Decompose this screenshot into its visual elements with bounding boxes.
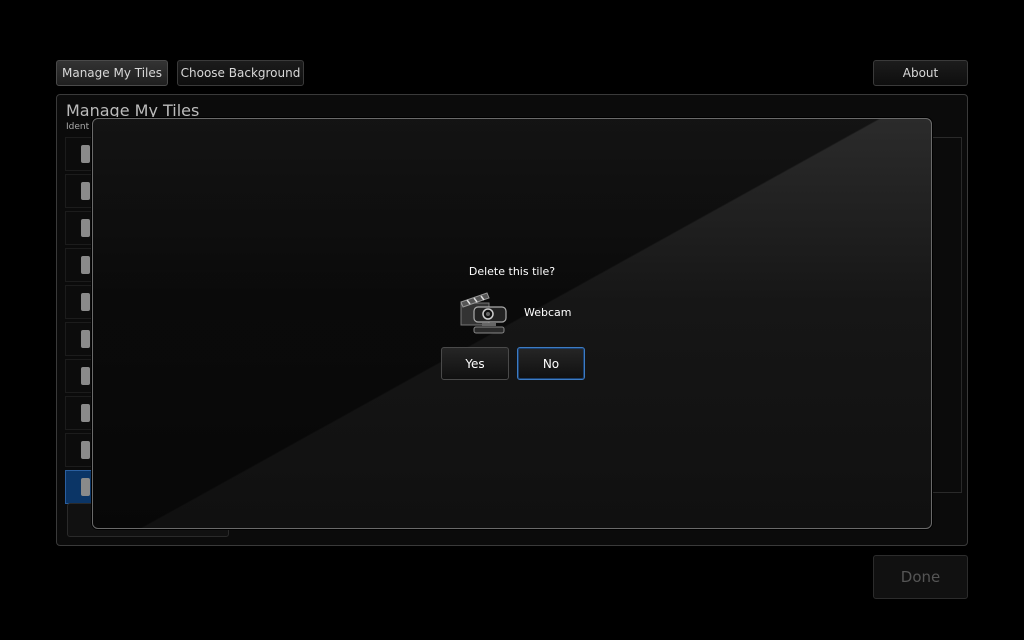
delete-tile-dialog: Delete this tile? Webcam Yes No (92, 118, 932, 529)
done-label: Done (900, 568, 941, 586)
manage-my-tiles-label: Manage My Tiles (61, 66, 162, 80)
tile-item[interactable] (65, 359, 93, 393)
tile-item-selected[interactable] (65, 470, 93, 504)
no-button[interactable]: No (517, 347, 585, 380)
webcam-clapperboard-icon (460, 292, 507, 334)
tile-name: Webcam (524, 305, 572, 319)
dialog-question: Delete this tile? (468, 265, 556, 278)
tile-item[interactable] (65, 137, 93, 171)
tile-item[interactable] (65, 211, 93, 245)
tile-item[interactable] (65, 174, 93, 208)
tile-preview: Webcam (458, 285, 572, 339)
about-button[interactable]: About (873, 60, 968, 86)
tile-item[interactable] (65, 433, 93, 467)
yes-button[interactable]: Yes (441, 347, 509, 380)
choose-background-label: Choose Background (180, 66, 301, 80)
manage-my-tiles-button[interactable]: Manage My Tiles (56, 60, 168, 86)
panel-subtitle: Ident (66, 122, 90, 132)
yes-label: Yes (465, 356, 485, 371)
tile-item[interactable] (65, 322, 93, 356)
choose-background-button[interactable]: Choose Background (177, 60, 304, 86)
no-label: No (542, 356, 560, 371)
done-button[interactable]: Done (873, 555, 968, 599)
tile-item[interactable] (65, 248, 93, 282)
about-label: About (902, 66, 939, 80)
tile-list (65, 137, 95, 507)
tile-item[interactable] (65, 285, 93, 319)
tile-item[interactable] (65, 396, 93, 430)
